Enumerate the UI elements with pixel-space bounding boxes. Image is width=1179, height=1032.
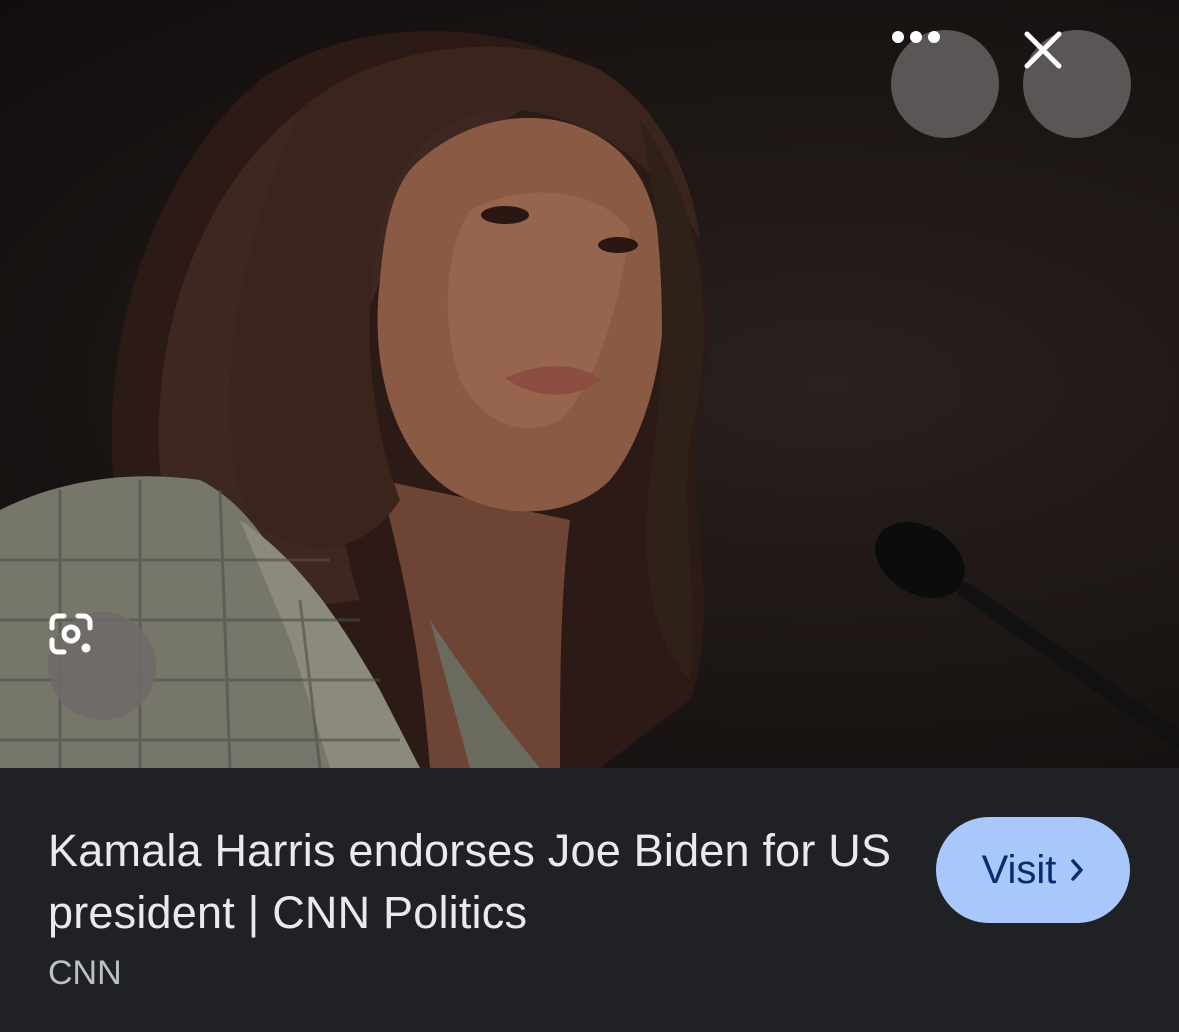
close-icon bbox=[1024, 31, 1062, 69]
chevron-right-icon bbox=[1070, 858, 1084, 882]
image-viewer: Kamala Harris endorses Joe Biden for US … bbox=[0, 0, 1179, 1032]
result-info-panel: Kamala Harris endorses Joe Biden for US … bbox=[0, 768, 1179, 1032]
google-lens-icon bbox=[49, 613, 93, 655]
result-title[interactable]: Kamala Harris endorses Joe Biden for US … bbox=[48, 820, 898, 944]
close-button[interactable] bbox=[1023, 30, 1131, 138]
more-options-button[interactable] bbox=[891, 30, 999, 138]
result-source: CNN bbox=[48, 954, 122, 992]
google-lens-button[interactable] bbox=[48, 612, 156, 720]
portrait-illustration bbox=[0, 31, 1179, 768]
result-image[interactable] bbox=[0, 0, 1179, 768]
more-horizontal-icon bbox=[892, 31, 940, 43]
visit-button[interactable]: Visit bbox=[936, 817, 1130, 923]
visit-button-label: Visit bbox=[981, 847, 1057, 892]
